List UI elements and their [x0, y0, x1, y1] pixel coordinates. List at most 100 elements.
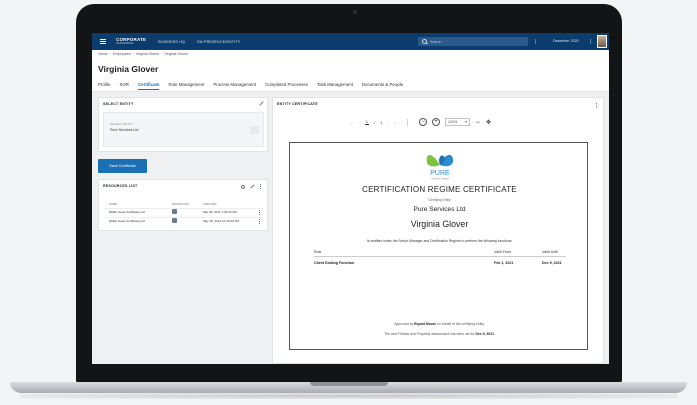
- row-more-icon[interactable]: [259, 219, 260, 224]
- fitness-suffix: .: [493, 332, 495, 336]
- row-more-icon[interactable]: [259, 210, 260, 215]
- camera-icon: [353, 10, 357, 14]
- laptop-notch: [310, 382, 388, 386]
- logo-subtext: ASSURANCE: [116, 41, 134, 45]
- edit-pencil-icon[interactable]: [250, 184, 255, 189]
- breadcrumb-employees[interactable]: Employees: [113, 52, 131, 56]
- top-separator: [590, 39, 591, 44]
- top-bar: CORPORATE ASSURANCE BUSINESS HQ SM PRESE…: [92, 33, 609, 50]
- certificate-statement: Is certified under the Senior Manager an…: [366, 239, 513, 243]
- user-avatar[interactable]: [597, 35, 607, 48]
- row-divider: [103, 217, 264, 218]
- edit-pencil-icon[interactable]: [259, 102, 263, 106]
- header-role: Role: [314, 250, 322, 254]
- entity-field-label: SELECT ENTITY: [110, 122, 135, 126]
- pdf-toolbar: |‹ ‹ 1 / 1 › ›| − + 131% ▾ ↔ ✥: [351, 118, 491, 126]
- page-total: 1: [380, 119, 383, 125]
- page-title: Virginia Glover: [98, 64, 159, 74]
- page-number-input[interactable]: 1: [364, 119, 369, 125]
- tab-process-management[interactable]: Process Management: [213, 82, 256, 90]
- entity-dropdown-button[interactable]: [250, 126, 259, 134]
- save-certificate-button[interactable]: Save Certificate: [98, 159, 147, 173]
- column-name[interactable]: NAME: [109, 203, 117, 206]
- row-divider: [103, 208, 264, 209]
- breadcrumb: Home › Employees › Virginia Glover › Virginia …: [98, 52, 189, 56]
- table-row[interactable]: EMRL Issue Certificate.pdf May 18, 2021 …: [109, 218, 264, 227]
- row-file-name[interactable]: EMRL Issue Certificate.pdf: [109, 219, 145, 223]
- search-icon[interactable]: [241, 184, 245, 189]
- approved-suffix: on behalf of the certifying entity.: [437, 322, 485, 326]
- download-pdf-icon[interactable]: [172, 218, 177, 223]
- tab-bar: Profile SOR Certificate Role Management …: [98, 82, 403, 90]
- nav-sm-presence[interactable]: SM PRESENCE/ENTITY: [197, 40, 241, 44]
- header-valid-until: Valid Until: [542, 250, 558, 254]
- more-options-icon[interactable]: [596, 103, 597, 108]
- previous-page-icon[interactable]: ‹: [358, 120, 359, 125]
- fitness-statement: The next Fitness and Propriety assessmen…: [290, 332, 589, 336]
- certificate-person: Virginia Glover: [410, 219, 469, 229]
- breadcrumb-current: Virginia Glover: [164, 52, 189, 56]
- zoom-value: 131%: [448, 120, 458, 124]
- zoom-in-icon[interactable]: +: [432, 118, 441, 126]
- row-created: Mar 05, 2021 7:32:25 AM: [203, 210, 237, 214]
- table-divider: [314, 256, 566, 257]
- search-icon: [422, 39, 427, 44]
- search-input[interactable]: Search: [418, 37, 528, 46]
- fit-width-icon[interactable]: ↔: [475, 119, 481, 125]
- breadcrumb-employee[interactable]: Virginia Glover: [136, 52, 160, 56]
- row-valid-until: Dec 9, 2021: [542, 261, 562, 265]
- row-file-name[interactable]: EMRL Issue Certificate.pdf: [109, 210, 145, 214]
- app-screen: CORPORATE ASSURANCE BUSINESS HQ SM PRESE…: [92, 33, 609, 364]
- tab-role-management[interactable]: Role Management: [168, 82, 204, 90]
- select-entity-card: SELECT ENTITY SELECT ENTITY Pure Service…: [98, 97, 268, 152]
- zoom-select[interactable]: 131% ▾: [445, 118, 471, 126]
- fitness-prefix: The next Fitness and Propriety assessmen…: [384, 332, 475, 336]
- certificate-document: PURE Services Limited CERTIFICATION REGI…: [289, 142, 588, 350]
- date-selector[interactable]: December 2020: [553, 39, 579, 43]
- entity-field[interactable]: SELECT ENTITY Pure Services Ltd: [103, 112, 264, 147]
- hamburger-menu-icon[interactable]: [96, 33, 110, 50]
- certifying-entity-label: Certifying Entity: [428, 198, 451, 202]
- row-created: May 18, 2021 10:18:43 AM: [203, 219, 239, 223]
- tab-documents-people[interactable]: Documents & People: [362, 82, 403, 90]
- tab-certificate[interactable]: Certificate: [137, 82, 160, 90]
- fitness-date: Dec 9, 2021: [475, 332, 494, 336]
- header-valid-from: Valid From: [494, 250, 512, 254]
- top-separator: [535, 39, 536, 44]
- approval-statement: Approved by Bryant Moore on behalf of th…: [290, 322, 589, 326]
- select-entity-title: SELECT ENTITY: [103, 102, 134, 106]
- approved-prefix: Approved by: [394, 322, 414, 326]
- pan-tool-icon[interactable]: ✥: [486, 119, 491, 126]
- tab-task-management[interactable]: Task Management: [317, 82, 353, 90]
- laptop-shadow: [20, 393, 677, 399]
- search-placeholder: Search: [430, 39, 442, 44]
- first-page-icon[interactable]: |‹: [351, 120, 353, 125]
- next-page-icon[interactable]: ›: [387, 120, 388, 125]
- more-options-icon[interactable]: [260, 184, 261, 189]
- tab-completed-processes[interactable]: Completed Processes: [265, 82, 308, 90]
- tab-profile[interactable]: Profile: [98, 82, 110, 90]
- tab-sor[interactable]: SOR: [119, 82, 129, 90]
- zoom-out-icon[interactable]: −: [419, 118, 428, 126]
- column-created[interactable]: CREATED: [203, 203, 217, 206]
- resources-list-title: RESOURCES LIST: [103, 184, 138, 188]
- row-role: Client Dealing Function: [314, 261, 355, 265]
- breadcrumb-home[interactable]: Home: [98, 52, 108, 56]
- certificate-heading: CERTIFICATION REGIME CERTIFICATE: [362, 185, 517, 194]
- logo-wordmark: PURE: [430, 170, 450, 177]
- pure-logo: PURE Services Limited: [426, 154, 454, 181]
- row-valid-from: Feb 1, 2021: [494, 261, 514, 265]
- resources-tools: [241, 184, 261, 189]
- column-download[interactable]: DOWNLOAD: [172, 203, 189, 206]
- entity-field-value: Pure Services Ltd: [110, 128, 139, 132]
- page-separator: /: [373, 119, 376, 125]
- chevron-down-icon: ▾: [465, 120, 468, 124]
- app-logo[interactable]: CORPORATE ASSURANCE: [116, 37, 146, 45]
- last-page-icon[interactable]: ›|: [394, 120, 396, 125]
- nav-business-hq[interactable]: BUSINESS HQ: [158, 40, 185, 44]
- logo-subtitle: Services Limited: [431, 178, 449, 181]
- resources-list-card: RESOURCES LIST NAME DOWNLOAD CREATED EMR…: [98, 179, 268, 231]
- toolbar-separator: [407, 118, 409, 126]
- download-pdf-icon[interactable]: [172, 209, 177, 214]
- entity-certificate-card: ENTITY CERTIFICATE |‹ ‹ 1 / 1 › ›| − + 1…: [272, 97, 604, 364]
